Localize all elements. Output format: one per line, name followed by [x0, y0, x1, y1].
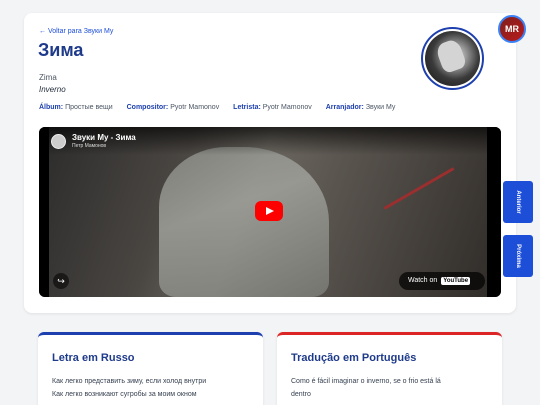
youtube-logo-icon: YouTube	[441, 277, 471, 285]
lyrics-russian-panel: Letra em Russo Как легко представить зим…	[38, 332, 263, 405]
previous-song-label: Anterior	[515, 190, 521, 214]
video-frame-figure	[159, 147, 329, 297]
watch-on-label: Watch on	[408, 277, 438, 284]
site-logo-badge[interactable]: MR	[498, 15, 526, 43]
meta-composer: Compositor: Pyotr Mamonov	[127, 104, 222, 111]
meta-album-value: Простые вещи	[65, 104, 113, 111]
video-title[interactable]: Звуки Му - Зима	[72, 133, 136, 142]
watch-on-youtube-button[interactable]: Watch on YouTube	[399, 272, 485, 290]
song-transliteration: Zima	[39, 73, 57, 82]
lyrics-portuguese-heading: Tradução em Português	[291, 352, 417, 364]
meta-composer-value: Pyotr Mamonov	[170, 104, 220, 111]
lyrics-portuguese-line: Como é fácil imaginar o inverno, se o fr…	[291, 378, 441, 385]
video-frame-mic	[383, 167, 455, 210]
previous-song-button[interactable]: Anterior	[503, 181, 533, 223]
lyrics-russian-line: Как легко представить зиму, если холод в…	[52, 378, 207, 385]
lyrics-portuguese-panel: Tradução em Português Como é fácil imagi…	[277, 332, 502, 405]
video-player[interactable]: Звуки Му - Зима Петр Мамонов ↪ Watch on …	[39, 127, 501, 297]
meta-album: Álbum: Простые вещи	[39, 104, 115, 111]
meta-arranger: Arranjador: Звуки Му	[326, 104, 396, 111]
play-icon[interactable]	[255, 201, 283, 221]
share-icon[interactable]: ↪	[53, 273, 69, 289]
back-link[interactable]: ← Voltar para Звуки Му	[39, 28, 113, 35]
meta-album-label: Álbum:	[39, 104, 64, 111]
artist-photo	[425, 31, 480, 86]
lyrics-russian-line: Как легко возникают сугробы за моим окно…	[52, 391, 197, 398]
meta-lyricist: Letrista: Pyotr Mamonov	[233, 104, 314, 111]
meta-arranger-value: Звуки Му	[365, 104, 396, 111]
song-card: ← Voltar para Звуки Му Зима Zima Inverno…	[24, 13, 516, 313]
song-translation: Inverno	[39, 85, 66, 94]
meta-arranger-label: Arranjador:	[325, 104, 364, 111]
lyrics-russian-heading: Letra em Russo	[52, 352, 135, 364]
meta-lyricist-label: Letrista:	[233, 104, 261, 111]
channel-avatar[interactable]	[51, 134, 66, 149]
meta-lyricist-value: Pyotr Mamonov	[262, 104, 312, 111]
artist-avatar	[421, 27, 484, 90]
video-channel: Петр Мамонов	[72, 143, 107, 149]
next-song-label: Próxima	[515, 244, 521, 268]
song-metadata: Álbum: Простые вещи Compositor: Pyotr Ma…	[39, 104, 407, 111]
meta-composer-label: Compositor:	[126, 104, 169, 111]
lyrics-portuguese-line: dentro	[291, 391, 311, 398]
song-title: Зима	[38, 40, 84, 60]
next-song-button[interactable]: Próxima	[503, 235, 533, 277]
